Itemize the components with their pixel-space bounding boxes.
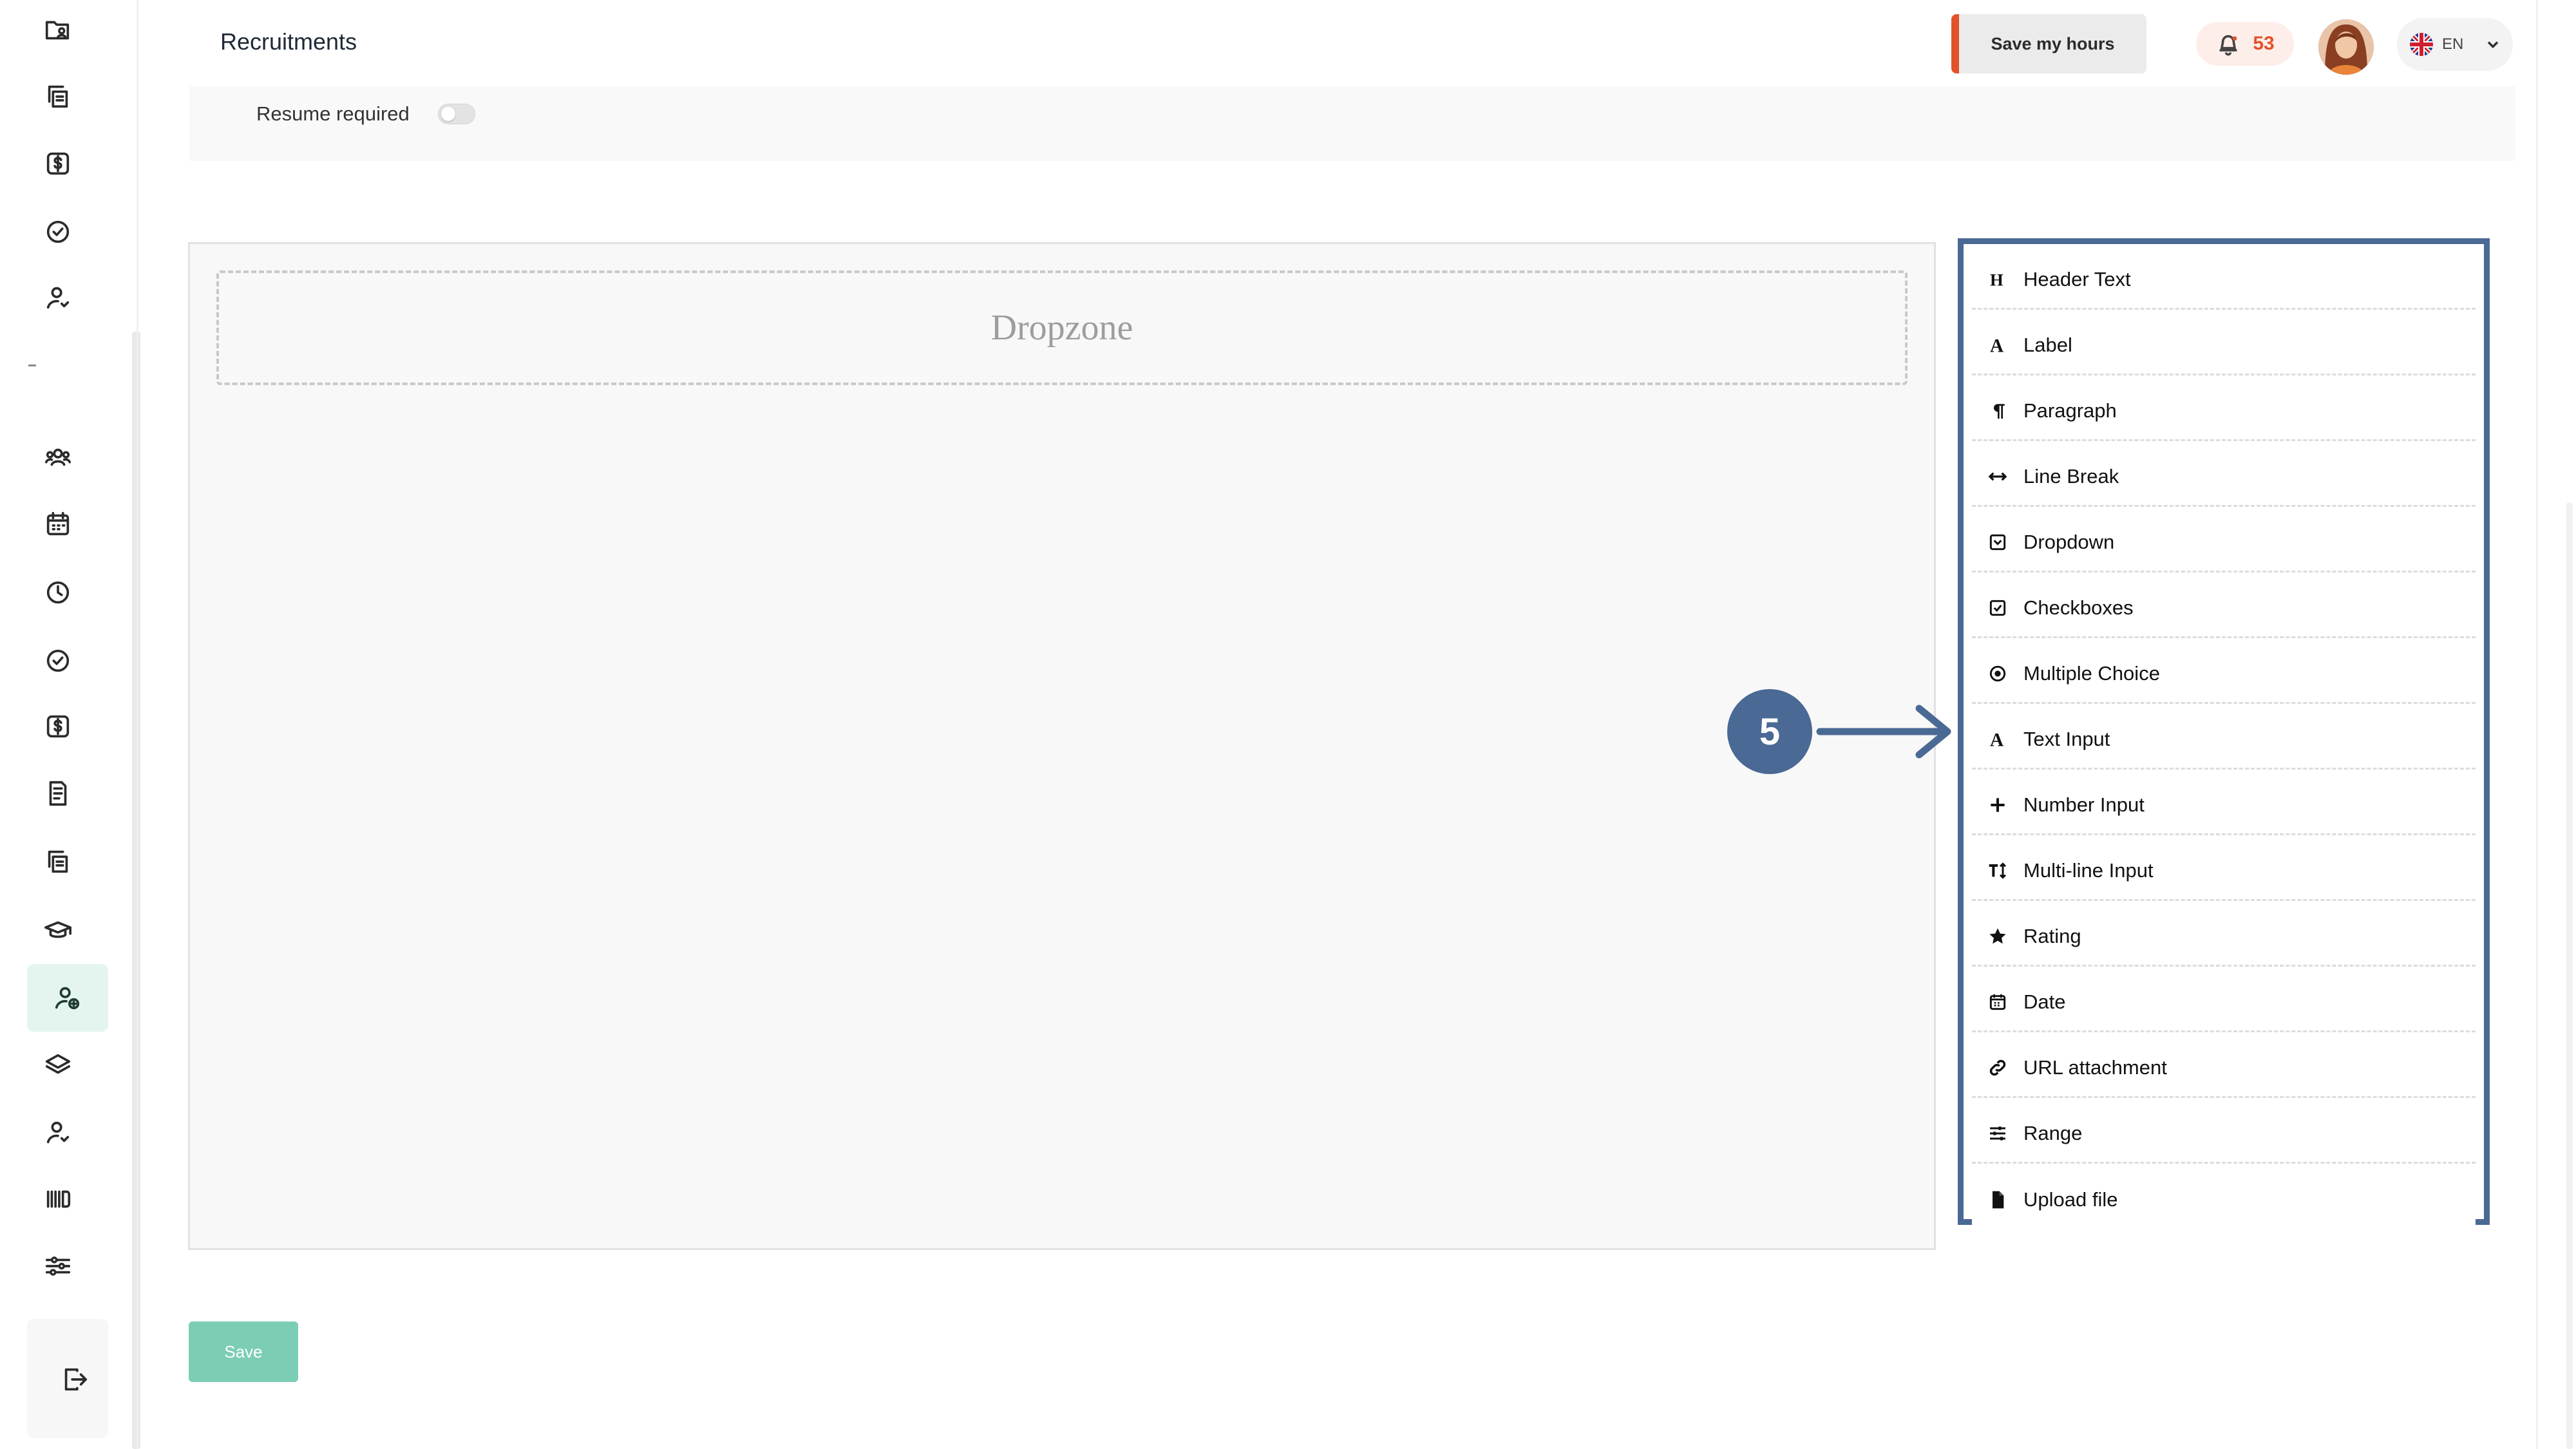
notification-count: 53 (2253, 33, 2275, 54)
toolbox-item-checkboxes[interactable]: Checkboxes (1972, 579, 2476, 638)
toolbox-item-label: Upload file (2023, 1188, 2118, 1211)
layers-icon[interactable] (39, 1046, 77, 1084)
plus-icon (1986, 793, 2009, 817)
logout-button[interactable] (27, 1319, 108, 1438)
toolbox-item-range[interactable]: Range (1972, 1104, 2476, 1164)
text-height-icon (1986, 859, 2009, 882)
dollar-icon[interactable] (39, 144, 77, 183)
toolbox-item-label: Dropdown (2023, 530, 2115, 553)
toolbox-item-label: Multi-line Input (2023, 858, 2154, 882)
step-callout: 5 (1727, 689, 1812, 774)
toolbox-item-multi-line-input[interactable]: Multi-line Input (1972, 842, 2476, 901)
toolbox-item-label: Line Break (2023, 464, 2119, 488)
svg-text:A: A (1990, 730, 2003, 749)
check-circle-icon[interactable] (39, 213, 77, 251)
sidebar (0, 0, 137, 1449)
language-selector[interactable]: EN (2397, 18, 2513, 71)
sidebar-border (137, 0, 138, 1449)
save-button[interactable]: Save (189, 1321, 298, 1382)
dropzone-label: Dropzone (990, 308, 1133, 348)
copy-icon[interactable] (39, 842, 77, 881)
toggle-knob (441, 107, 455, 121)
team-icon[interactable] (39, 438, 77, 477)
save-my-hours-button[interactable]: Save my hours (1951, 14, 2146, 73)
sidebar-item-recruitments[interactable] (27, 964, 108, 1032)
dropzone[interactable]: Dropzone (216, 270, 1908, 385)
toolbox-item-label: Header Text (2023, 267, 2131, 290)
svg-text:A: A (1990, 336, 2003, 355)
sliders-icon (1986, 1122, 2009, 1145)
toolbox-item-label: Number Input (2023, 793, 2145, 816)
bell-icon (2219, 35, 2237, 56)
check-circle-icon[interactable] (39, 641, 77, 680)
calendar-icon[interactable] (39, 505, 77, 544)
toolbox-item-header-text[interactable]: H Header Text (1972, 251, 2476, 310)
toolbox-item-rating[interactable]: Rating (1972, 907, 2476, 967)
toolbox-item-text-input[interactable]: A Text Input (1972, 710, 2476, 770)
content-border (2536, 0, 2538, 1449)
recruitment-icon (48, 978, 87, 1017)
toolbox-item-date[interactable]: Date (1972, 973, 2476, 1032)
notifications-button[interactable]: 53 (2196, 22, 2294, 66)
toolbox-item-label: Range (2023, 1121, 2083, 1144)
user-icon[interactable] (39, 278, 77, 317)
toolbox-item-label: URL attachment (2023, 1056, 2167, 1079)
toolbox-item-upload-file[interactable]: Upload file (1972, 1170, 2476, 1229)
calendar-icon (1986, 990, 2009, 1014)
form-canvas[interactable] (188, 242, 1936, 1250)
toolbox-item-number-input[interactable]: Number Input (1972, 776, 2476, 835)
header-icon: H (1986, 268, 2009, 291)
line-break-icon (1986, 465, 2009, 488)
sliders-icon[interactable] (39, 1247, 77, 1285)
star-icon (1986, 925, 2009, 948)
avatar[interactable] (2318, 19, 2374, 75)
text-input-icon: A (1986, 728, 2009, 751)
toolbox-item-label: Checkboxes (2023, 596, 2134, 619)
clock-icon[interactable] (39, 573, 77, 612)
uk-flag-icon (2410, 33, 2433, 56)
resume-required-toggle[interactable] (438, 104, 475, 124)
toolbox-item-paragraph[interactable]: Paragraph (1972, 382, 2476, 441)
toolbox-item-label: Text Input (2023, 727, 2110, 750)
radio-icon (1986, 662, 2009, 685)
toolbox-item-multiple-choice[interactable]: Multiple Choice (1972, 645, 2476, 704)
label-icon: A (1986, 334, 2009, 357)
page-title: Recruitments (220, 28, 357, 55)
sidebar-divider (28, 365, 36, 366)
toolbox-item-label: Label (2023, 333, 2072, 356)
checkbox-icon (1986, 596, 2009, 620)
resume-required-label: Resume required (256, 102, 410, 125)
toolbox-item-line-break[interactable]: Line Break (1972, 448, 2476, 507)
toolbox: H Header Text A Label Paragraph Line Bre… (1958, 238, 2490, 1229)
svg-text:H: H (1990, 270, 2003, 289)
form-settings-panel (189, 86, 2515, 161)
dollar-icon[interactable] (39, 707, 77, 746)
link-icon (1986, 1056, 2009, 1079)
chevron-down-icon (2488, 41, 2499, 48)
page-scrollbar[interactable] (2566, 502, 2573, 1449)
toolbox-item-label: Paragraph (2023, 399, 2117, 422)
language-code: EN (2442, 35, 2464, 53)
toolbox-item-url-attachment[interactable]: URL attachment (1972, 1039, 2476, 1098)
copy-icon[interactable] (39, 77, 77, 116)
toolbox-item-dropdown[interactable]: Dropdown (1972, 513, 2476, 573)
dropdown-icon (1986, 531, 2009, 554)
toolbox-item-label[interactable]: A Label (1972, 316, 2476, 375)
user-icon[interactable] (39, 1113, 77, 1151)
toolbox-item-label: Rating (2023, 924, 2081, 947)
barcode-icon[interactable] (39, 1180, 77, 1218)
paragraph-icon (1986, 399, 2009, 422)
toolbox-item-label: Multiple Choice (2023, 661, 2160, 685)
graduation-cap-icon[interactable] (39, 911, 77, 949)
callout-arrow-icon (1816, 705, 1951, 759)
toolbox-item-label: Date (2023, 990, 2066, 1013)
file-icon (1986, 1188, 2009, 1211)
logout-icon (55, 1360, 94, 1399)
document-list-icon[interactable] (39, 774, 77, 813)
folder-user-icon[interactable] (39, 10, 77, 49)
